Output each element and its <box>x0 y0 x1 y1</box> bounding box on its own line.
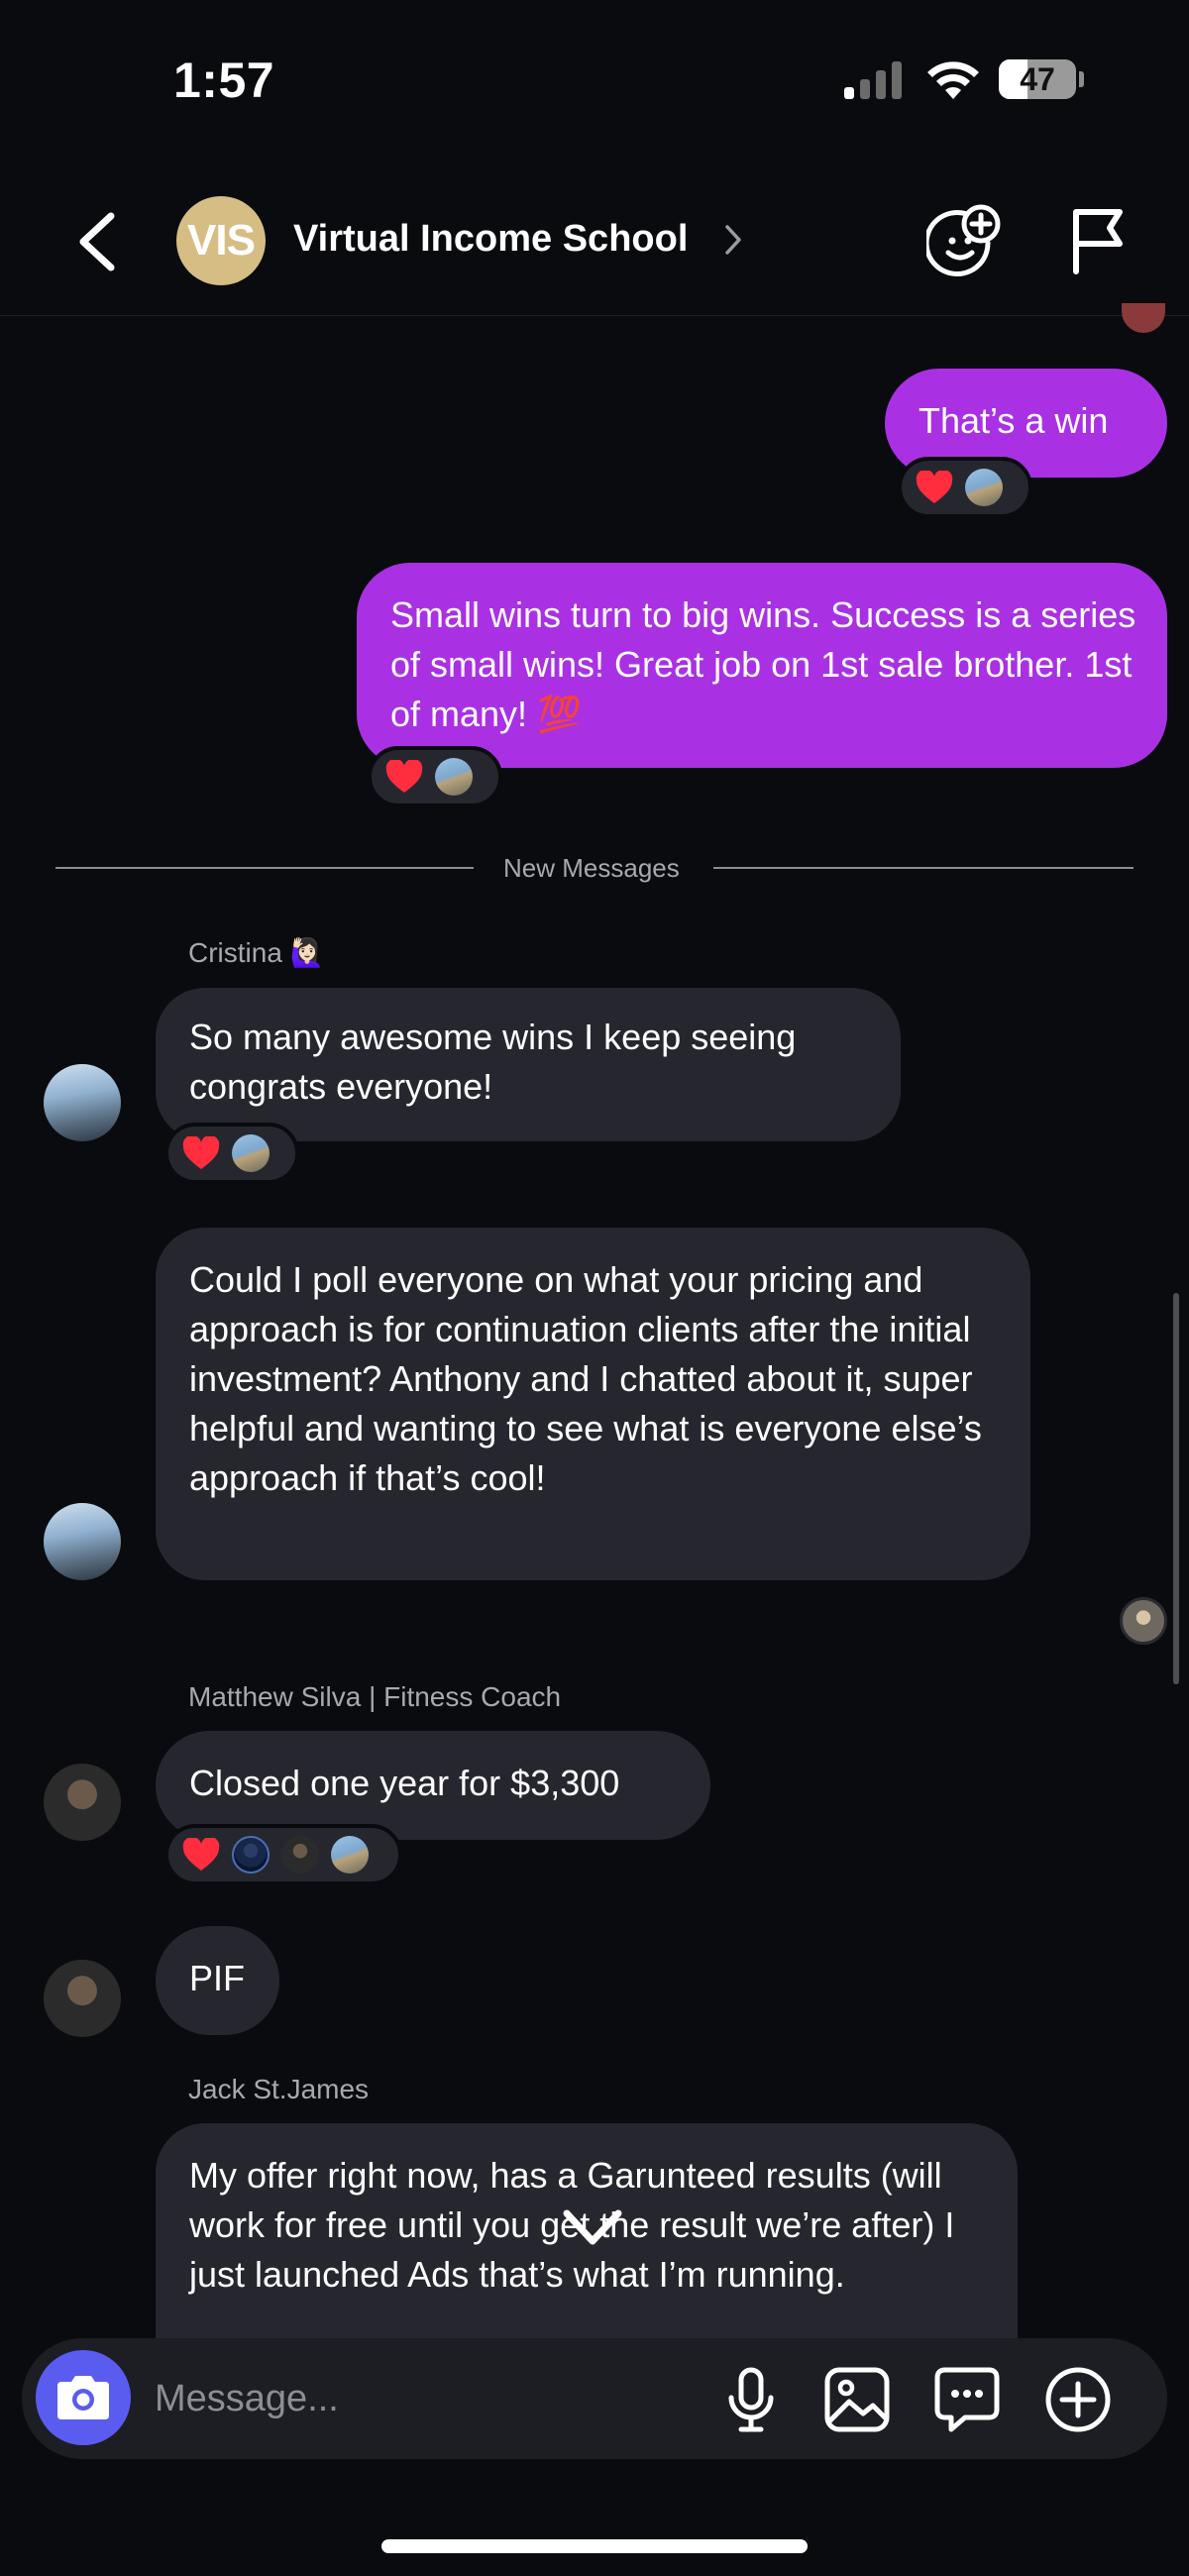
reaction-bar[interactable] <box>368 746 502 807</box>
plus-circle-icon[interactable] <box>1042 2364 1114 2435</box>
chat-bubble-icon[interactable] <box>931 2364 1003 2435</box>
wifi-icon <box>927 61 979 99</box>
microphone-icon[interactable] <box>715 2364 787 2435</box>
message-input[interactable] <box>155 2370 670 2427</box>
reaction-bar[interactable] <box>164 1824 402 1885</box>
new-messages-divider: New Messages <box>503 853 680 883</box>
reaction-avatar <box>232 1134 270 1172</box>
sender-avatar[interactable] <box>44 1960 121 2037</box>
sender-name: Matthew Silva | Fitness Coach <box>188 1681 562 1712</box>
group-title[interactable]: Virtual Income School <box>293 218 688 261</box>
sender-name: Jack St.James <box>188 2074 370 2104</box>
scrollbar[interactable] <box>1173 1293 1179 1684</box>
message-bubble-outgoing[interactable]: Small wins turn to big wins. Success is … <box>357 563 1167 768</box>
message-bubble-incoming[interactable]: PIF <box>156 1926 279 2035</box>
reaction-bar[interactable] <box>164 1123 299 1184</box>
heart-icon <box>385 760 423 793</box>
emoji-add-icon[interactable] <box>926 203 1002 278</box>
reaction-avatar <box>232 1836 270 1874</box>
sender-avatar[interactable] <box>44 1503 121 1580</box>
divider-line-left <box>55 867 474 869</box>
reaction-avatar <box>965 469 1003 506</box>
header-divider <box>0 315 1189 316</box>
reaction-avatar <box>435 758 473 796</box>
image-icon[interactable] <box>821 2364 893 2435</box>
status-time: 1:57 <box>173 53 275 108</box>
message-bubble-incoming[interactable]: So many awesome wins I keep seeing congr… <box>156 988 901 1141</box>
sender-name: Cristina 🙋🏻‍♀️ <box>188 937 325 968</box>
divider-line-right <box>713 867 1134 869</box>
camera-button[interactable] <box>36 2350 131 2445</box>
camera-icon <box>57 2376 109 2419</box>
group-avatar[interactable]: VIS <box>176 196 266 285</box>
sender-avatar[interactable] <box>44 1064 121 1141</box>
home-indicator[interactable] <box>381 2539 808 2553</box>
chevron-right-icon[interactable] <box>723 223 743 257</box>
heart-icon <box>182 1838 220 1871</box>
heart-icon <box>916 471 953 503</box>
battery-nub <box>1079 71 1084 87</box>
chevron-down-icon[interactable] <box>557 2200 628 2255</box>
read-receipt-avatar <box>1122 303 1165 333</box>
battery-icon: 47 <box>999 59 1076 99</box>
read-receipt-avatar <box>1120 1597 1167 1645</box>
reaction-avatar <box>281 1836 319 1874</box>
back-button[interactable] <box>69 210 129 273</box>
battery-level: 47 <box>1020 61 1055 97</box>
cellular-signal-icon <box>844 61 902 99</box>
reaction-avatar <box>331 1836 369 1874</box>
sender-avatar[interactable] <box>44 1764 121 1841</box>
flag-icon[interactable] <box>1068 206 1128 275</box>
heart-icon <box>182 1136 220 1169</box>
message-bubble-incoming[interactable]: Could I poll everyone on what your prici… <box>156 1228 1030 1580</box>
reaction-bar[interactable] <box>898 457 1032 518</box>
